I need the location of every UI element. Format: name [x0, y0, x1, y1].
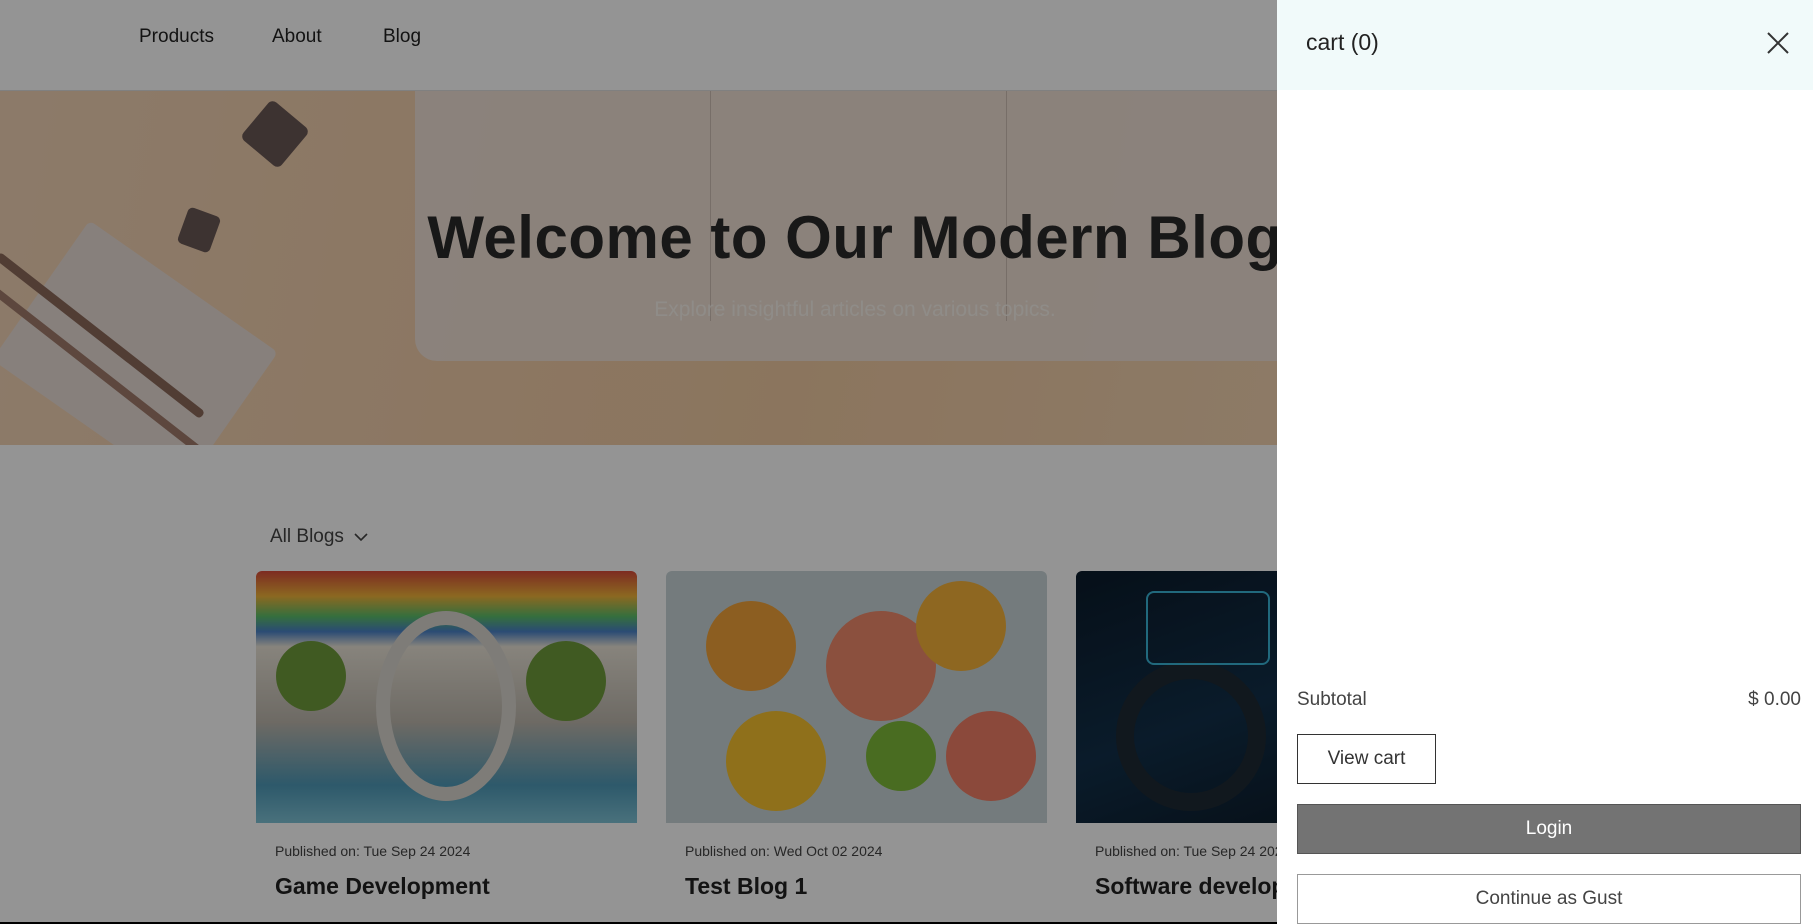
cart-drawer: cart (0) Subtotal $ 0.00 View cart Login…	[1277, 0, 1813, 924]
view-cart-button[interactable]: View cart	[1297, 734, 1436, 784]
close-icon[interactable]	[1764, 29, 1792, 57]
cart-drawer-header: cart (0)	[1277, 0, 1813, 90]
cart-title: cart (0)	[1306, 29, 1379, 55]
subtotal-value: $ 0.00	[1748, 689, 1801, 710]
continue-as-guest-button[interactable]: Continue as Gust	[1297, 874, 1801, 924]
login-button[interactable]: Login	[1297, 804, 1801, 854]
subtotal-label: Subtotal	[1297, 689, 1367, 710]
